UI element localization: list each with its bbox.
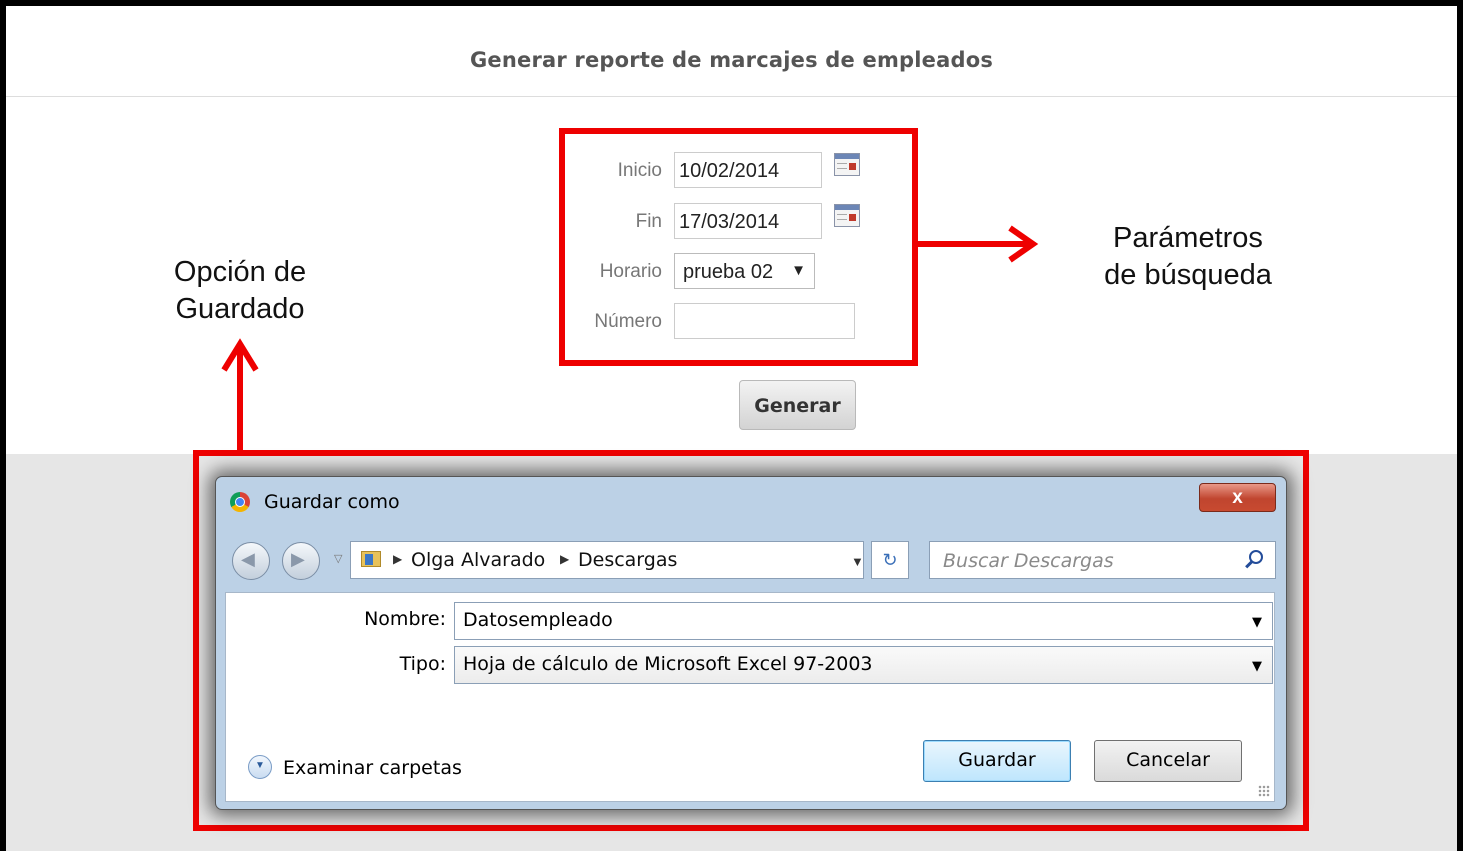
forward-button[interactable]: ▶	[282, 542, 320, 580]
params-annotation: Parámetros de búsqueda	[1072, 220, 1304, 294]
refresh-button[interactable]: ↻	[871, 541, 909, 579]
params-highlight-box	[559, 128, 918, 366]
browse-folders-link[interactable]: Examinar carpetas	[283, 757, 462, 779]
params-annotation-line2: de búsqueda	[1104, 259, 1272, 291]
address-dropdown-icon[interactable]: ▼	[851, 554, 864, 569]
params-annotation-line1: Parámetros	[1113, 222, 1263, 254]
breadcrumb-user[interactable]: Olga Alvarado	[411, 549, 545, 571]
breadcrumb-separator-icon: ▶	[560, 552, 570, 566]
save-arrow	[221, 338, 259, 454]
save-annotation-line1: Opción de	[173, 256, 307, 288]
back-button[interactable]: ◀	[232, 542, 270, 580]
resize-grip-icon[interactable]	[1258, 785, 1270, 797]
filetype-dropdown-icon[interactable]: ▼	[1252, 659, 1262, 674]
filename-value: Datosempleado	[463, 609, 613, 631]
search-box[interactable]	[929, 541, 1276, 580]
filetype-select[interactable]: Hoja de cálculo de Microsoft Excel 97-20…	[454, 646, 1273, 684]
dialog-content: Nombre: Datosempleado ▼ Tipo: Hoja de cá…	[225, 592, 1275, 802]
filename-label: Nombre:	[364, 608, 446, 630]
breadcrumb-downloads[interactable]: Descargas	[578, 549, 677, 571]
dialog-title: Guardar como	[264, 491, 400, 513]
save-button[interactable]: Guardar	[923, 740, 1071, 782]
save-annotation-line2: Guardado	[175, 293, 305, 325]
close-button[interactable]: x	[1199, 483, 1276, 512]
save-as-dialog: Guardar como x ◀ ▶ ▽ ▶ Olga Alvarado ▶ D…	[215, 476, 1287, 810]
filetype-value: Hoja de cálculo de Microsoft Excel 97-20…	[463, 653, 873, 675]
search-icon[interactable]	[1249, 550, 1263, 564]
address-bar[interactable]: ▶ Olga Alvarado ▶ Descargas ▼	[350, 541, 864, 579]
forward-arrow-icon: ▶	[291, 549, 305, 569]
filetype-label: Tipo:	[399, 653, 446, 675]
save-annotation: Opción de Guardado	[124, 254, 356, 328]
downloads-folder-icon	[361, 551, 381, 567]
page-frame: Generar reporte de marcajes de empleados…	[6, 6, 1457, 851]
params-arrow	[915, 225, 1039, 263]
history-dropdown-icon[interactable]: ▽	[334, 552, 342, 565]
breadcrumb-separator-icon: ▶	[393, 552, 403, 566]
search-input[interactable]	[930, 542, 1245, 580]
filename-dropdown-icon[interactable]: ▼	[1252, 615, 1262, 630]
filename-input[interactable]: Datosempleado ▼	[454, 602, 1273, 640]
back-arrow-icon: ◀	[241, 549, 255, 569]
generate-button[interactable]: Generar	[739, 380, 856, 430]
chrome-icon	[230, 492, 250, 512]
header: Generar reporte de marcajes de empleados	[6, 6, 1457, 97]
expand-folders-icon[interactable]: ▼	[248, 755, 272, 779]
refresh-icon: ↻	[882, 550, 898, 570]
page-title: Generar reporte de marcajes de empleados	[469, 48, 994, 72]
cancel-button[interactable]: Cancelar	[1094, 740, 1242, 782]
